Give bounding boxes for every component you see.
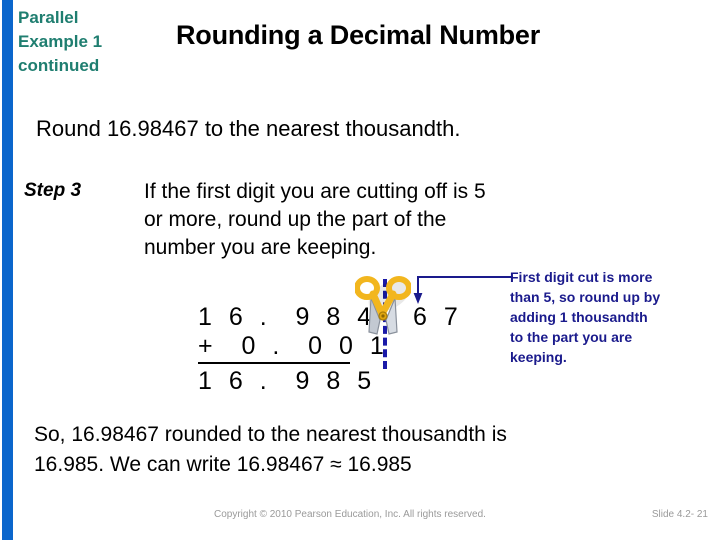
math-cut-off-digits: 6 7 — [413, 303, 463, 331]
callout-line-4: to the part you are — [510, 328, 633, 345]
conclusion-line-1: So, 16.98467 rounded to the nearest thou… — [34, 423, 507, 446]
math-row-sum: 1 6 . 9 8 5 — [198, 367, 377, 395]
callout-explanation: First digit cut is more than 5, so round… — [510, 268, 695, 367]
scissors-icon — [354, 272, 412, 354]
slide-canvas: Parallel Example 1 continued Rounding a … — [0, 0, 720, 540]
math-row-addend: + 0 . 0 0 1 — [198, 332, 384, 364]
footer-copyright: Copyright © 2010 Pearson Education, Inc.… — [214, 509, 486, 520]
step-body-line-3: number you are keeping. — [144, 235, 377, 259]
step-body-line-2: or more, round up the part of the — [144, 207, 447, 231]
conclusion-text: So, 16.98467 rounded to the nearest thou… — [34, 420, 674, 480]
conclusion-line-2: 16.985. We can write 16.98467 ≈ 16.985 — [34, 452, 412, 476]
step-body-line-1: If the first digit you are cutting off i… — [144, 180, 486, 203]
callout-connector-arrow — [413, 272, 513, 306]
callout-line-5: keeping. — [510, 348, 567, 365]
header-label-line-1: Parallel — [18, 8, 79, 27]
step-label: Step 3 — [24, 180, 82, 201]
callout-line-3: adding 1 thousandth — [510, 308, 648, 325]
header-label-line-3: continued — [18, 56, 100, 76]
callout-line-1: First digit cut is more — [510, 269, 653, 285]
math-row-kept-part: 1 6 . 9 8 4 — [198, 303, 377, 331]
left-accent-bar — [2, 0, 13, 540]
footer-slide-number: Slide 4.2- 21 — [651, 509, 708, 520]
page-title: Rounding a Decimal Number — [176, 20, 541, 50]
header-label-line-2: Example 1 — [18, 32, 103, 52]
arithmetic-work: 1 6 . 9 8 4 + 0 . 0 0 1 1 6 . 9 8 5 — [198, 303, 384, 396]
header-example-label: Parallel Example 1 continued — [18, 6, 148, 78]
step-body-text: If the first digit you are cutting off i… — [144, 178, 564, 262]
problem-statement: Round 16.98467 to the nearest thousandth… — [36, 116, 461, 141]
callout-line-2: than 5, so round up by — [510, 288, 661, 305]
